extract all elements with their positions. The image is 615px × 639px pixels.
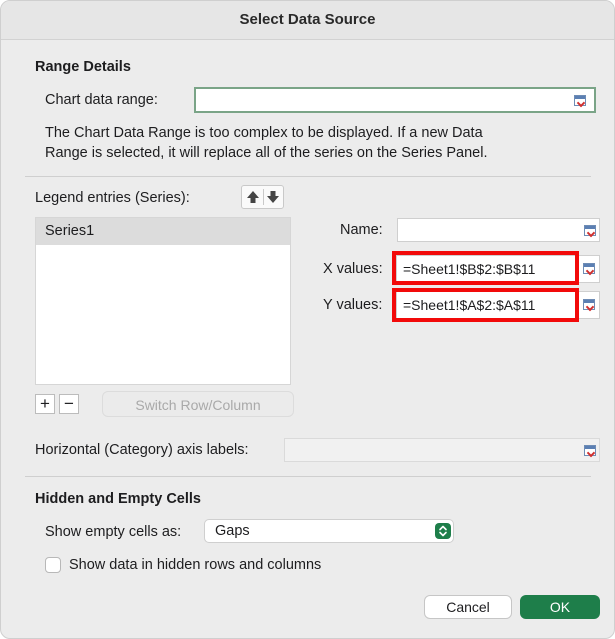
range-collapse-icon[interactable] [574,95,586,106]
chart-data-range-input[interactable] [194,87,596,113]
show-hidden-label: Show data in hidden rows and columns [69,557,322,573]
info-text-line2: Range is selected, it will replace all o… [45,145,488,161]
cancel-button[interactable]: Cancel [424,595,512,619]
axis-labels-label: Horizontal (Category) axis labels: [35,442,249,458]
x-values-collapse-icon[interactable] [583,263,595,274]
add-series-button[interactable]: + [35,394,55,414]
name-label: Name: [340,222,383,238]
button-divider [263,189,264,205]
move-series-buttons [241,185,284,209]
legend-entries-label: Legend entries (Series): [35,190,190,206]
up-arrow-icon[interactable] [245,189,261,205]
name-collapse-icon[interactable] [584,225,596,236]
switch-row-column-button[interactable]: Switch Row/Column [102,391,294,417]
y-values-label: Y values: [323,297,383,313]
separator [25,176,591,177]
chevron-updown-icon [435,523,451,539]
hidden-empty-heading: Hidden and Empty Cells [35,491,201,507]
axis-labels-input[interactable] [284,438,600,462]
name-input[interactable] [397,218,600,242]
x-values-label: X values: [323,261,383,277]
show-empty-cells-select[interactable]: Gaps [204,519,454,543]
series-list-item[interactable]: Series1 [36,218,290,245]
y-values-collapse-icon[interactable] [583,299,595,310]
show-empty-cells-label: Show empty cells as: [45,524,182,540]
axis-collapse-icon[interactable] [584,445,596,456]
down-arrow-icon[interactable] [265,189,281,205]
select-data-source-dialog: Select Data Source Range Details Chart d… [0,0,615,639]
ok-button[interactable]: OK [520,595,600,619]
series-list[interactable]: Series1 [35,217,291,385]
separator [25,476,591,477]
x-values-highlight [392,251,579,285]
show-empty-cells-value: Gaps [215,523,250,539]
remove-series-button[interactable]: − [59,394,79,414]
range-details-heading: Range Details [35,59,131,75]
chart-data-range-label: Chart data range: [45,92,158,108]
y-values-highlight [392,288,579,322]
show-hidden-checkbox[interactable] [45,557,61,573]
info-text-line1: The Chart Data Range is too complex to b… [45,125,483,141]
dialog-title: Select Data Source [1,1,614,40]
